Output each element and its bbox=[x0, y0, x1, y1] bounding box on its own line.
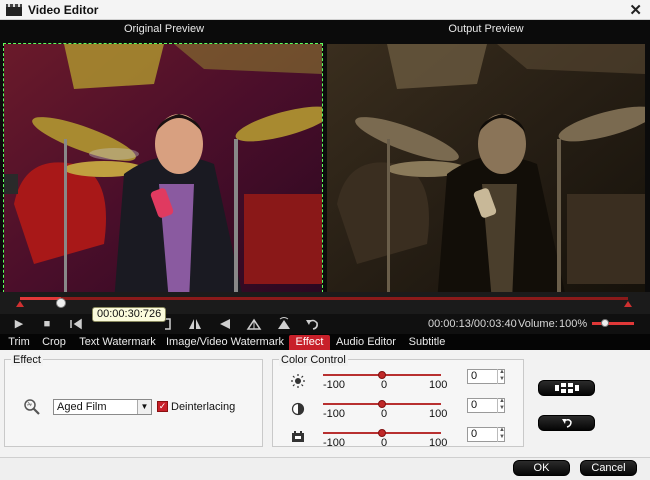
effect-group: Effect Aged Film ▼ ✓ Deinterlacing bbox=[4, 354, 263, 447]
effect-select[interactable]: Aged Film ▼ bbox=[53, 399, 152, 415]
tab-text-watermark[interactable]: Text Watermark bbox=[75, 335, 160, 350]
rotate-left-icon[interactable] bbox=[246, 316, 262, 332]
tab-image-video-watermark[interactable]: Image/Video Watermark bbox=[165, 335, 285, 350]
output-preview-video bbox=[327, 44, 645, 302]
contrast-icon bbox=[291, 402, 305, 416]
prev-frame-icon[interactable] bbox=[68, 316, 84, 332]
end-marker-icon[interactable] bbox=[624, 301, 632, 307]
saturation-icon bbox=[292, 431, 304, 442]
timeline-tooltip: 00:00:30:726 bbox=[92, 307, 167, 322]
contrast-thumb[interactable] bbox=[378, 400, 386, 408]
ok-button[interactable]: OK bbox=[513, 460, 570, 476]
cancel-button[interactable]: Cancel bbox=[580, 460, 637, 476]
color-control-title: Color Control bbox=[279, 354, 348, 366]
flip-left-icon[interactable] bbox=[217, 316, 233, 332]
video-editor-window: Video Editor ✕ Original Preview Output P… bbox=[0, 0, 650, 480]
brightness-thumb[interactable] bbox=[378, 371, 386, 379]
stop-icon[interactable]: ■ bbox=[39, 316, 55, 332]
saturation-min: -100 bbox=[323, 437, 346, 449]
time-readout: 00:00:13/00:03:40 bbox=[428, 318, 517, 330]
contrast-max: 100 bbox=[429, 408, 448, 420]
close-icon[interactable]: ✕ bbox=[629, 1, 642, 19]
contrast-spinner[interactable]: ▲ ▼ bbox=[497, 398, 506, 413]
effect-select-value: Aged Film bbox=[57, 401, 107, 413]
saturation-mid: 0 bbox=[381, 437, 388, 449]
deinterlacing-checkbox[interactable]: ✓ bbox=[157, 401, 168, 412]
grid-layout-icon bbox=[554, 383, 579, 393]
film-clapper-icon bbox=[6, 4, 22, 16]
chevron-down-icon[interactable]: ▼ bbox=[137, 400, 151, 414]
reset-button[interactable] bbox=[538, 415, 595, 431]
volume-fill bbox=[592, 322, 634, 325]
volume-slider[interactable] bbox=[592, 319, 634, 327]
play-icon[interactable]: ▶ bbox=[11, 316, 27, 332]
undo-icon[interactable] bbox=[304, 316, 320, 332]
magic-wand-icon bbox=[24, 399, 40, 415]
saturation-spinner[interactable]: ▲ ▼ bbox=[497, 427, 506, 442]
color-control-group: Color Control -100 0 100 0 ▲ ▼ -100 0 10… bbox=[272, 354, 524, 449]
reset-arrow-icon bbox=[561, 418, 572, 428]
tab-subtitle[interactable]: Subtitle bbox=[404, 335, 450, 350]
tab-trim[interactable]: Trim bbox=[4, 335, 34, 350]
saturation-max: 100 bbox=[429, 437, 448, 449]
tab-audio-editor[interactable]: Audio Editor bbox=[334, 335, 398, 350]
effect-panel: Effect Aged Film ▼ ✓ Deinterlacing Color… bbox=[0, 350, 650, 458]
brightness-mid: 0 bbox=[381, 379, 388, 391]
rotate-right-icon[interactable] bbox=[276, 316, 292, 332]
original-preview-label: Original Preview bbox=[123, 23, 205, 35]
brightness-max: 100 bbox=[429, 379, 448, 391]
contrast-slider[interactable] bbox=[323, 400, 441, 408]
brightness-spinner[interactable]: ▲ ▼ bbox=[497, 369, 506, 384]
layout-toggle-button[interactable] bbox=[538, 380, 595, 396]
window-title: Video Editor bbox=[28, 3, 99, 17]
saturation-slider[interactable] bbox=[323, 429, 441, 437]
original-preview-video[interactable] bbox=[3, 43, 323, 303]
preview-area: Original Preview Output Preview bbox=[0, 20, 650, 312]
saturation-thumb[interactable] bbox=[378, 429, 386, 437]
brightness-icon bbox=[291, 374, 305, 388]
output-preview-label: Output Preview bbox=[448, 23, 524, 35]
brightness-min: -100 bbox=[323, 379, 346, 391]
effect-group-title: Effect bbox=[11, 354, 43, 366]
timeline-playhead[interactable] bbox=[55, 298, 66, 308]
tab-effect[interactable]: Effect bbox=[289, 335, 330, 350]
brightness-slider[interactable] bbox=[323, 371, 441, 379]
contrast-min: -100 bbox=[323, 408, 346, 420]
tab-crop[interactable]: Crop bbox=[39, 335, 69, 350]
volume-value: 100% bbox=[559, 318, 588, 330]
editor-tabs: Trim Crop Text Watermark Image/Video Wat… bbox=[0, 334, 650, 350]
start-marker-icon[interactable] bbox=[16, 301, 24, 307]
flip-vertical-icon[interactable] bbox=[187, 316, 203, 332]
deinterlacing-label: Deinterlacing bbox=[171, 401, 236, 413]
volume-label: Volume: bbox=[518, 318, 558, 330]
title-bar: Video Editor ✕ bbox=[0, 0, 650, 20]
volume-thumb[interactable] bbox=[600, 319, 609, 327]
contrast-mid: 0 bbox=[381, 408, 388, 420]
timeline-progress bbox=[20, 297, 61, 300]
timeline-track[interactable] bbox=[20, 297, 628, 308]
